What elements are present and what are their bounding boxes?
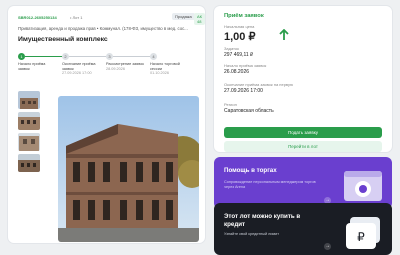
auction-info-card: Приём заявок Начальная цена 1,00 ₽ Задат… bbox=[214, 6, 392, 152]
step-1-dot: 1 bbox=[18, 53, 25, 60]
step-2-dot: 2 bbox=[62, 53, 69, 60]
step-3-label: Рассмотрение заявок 28.09.2026 bbox=[106, 62, 146, 71]
start-price-label: Начальная цена bbox=[224, 24, 255, 29]
region-label: Регион bbox=[224, 102, 237, 107]
deposit-label: Задаток bbox=[224, 46, 239, 51]
start-date: 26.08.2026 bbox=[224, 69, 250, 75]
step-date: 28.09.2026 bbox=[106, 66, 126, 71]
deposit-value: 297 469,11 ₽ bbox=[224, 52, 254, 58]
promo-text: Сопровождение персональным менеджером то… bbox=[224, 180, 316, 189]
status-badge: АК 48 bbox=[194, 13, 205, 25]
step-label: Рассмотрение заявок bbox=[106, 62, 144, 66]
lot-index: • Лот 1 bbox=[70, 15, 83, 20]
photo-thumbnail[interactable] bbox=[18, 91, 40, 109]
region-value: Саратовская область bbox=[224, 108, 274, 114]
step-connector bbox=[69, 56, 106, 57]
start-date-label: Начало приёма заявок bbox=[224, 63, 267, 68]
photo-thumbnail[interactable] bbox=[18, 154, 40, 172]
step-connector bbox=[113, 56, 150, 57]
promo-trading-help[interactable]: Помощь в торгах Сопровождение персональн… bbox=[214, 157, 392, 209]
photo-thumbnail[interactable] bbox=[18, 112, 40, 130]
credit-card-icon: ₽ bbox=[346, 217, 380, 249]
promo-title: Этот лот можно купить в кредит bbox=[224, 213, 301, 228]
promo-text: Узнайте свой кредитный лимит bbox=[224, 232, 279, 236]
promo-credit[interactable]: Этот лот можно купить в кредит Узнайте с… bbox=[214, 203, 392, 255]
photo-thumbnail[interactable] bbox=[18, 133, 40, 151]
step-4-dot: 4 bbox=[150, 53, 157, 60]
lot-description: Приватизация, аренда и продажа прав • Ко… bbox=[18, 26, 188, 31]
sale-badge: Продажа bbox=[172, 13, 195, 20]
lot-header: SBR012-2605250134 • Лот 1 Продажа АК 48 bbox=[18, 13, 205, 25]
lot-card: SBR012-2605250134 • Лот 1 Продажа АК 48 … bbox=[8, 6, 205, 243]
promo-title: Помощь в торгах bbox=[224, 167, 277, 174]
end-date: 27.09.2026 17:00 bbox=[224, 88, 263, 94]
go-to-lot-button[interactable]: Перейти в лот bbox=[224, 141, 382, 152]
step-label: Начало приёма заявок bbox=[18, 62, 46, 71]
step-3-dot: 3 bbox=[106, 53, 113, 60]
step-1-label: Начало приёма заявок bbox=[18, 62, 58, 71]
lot-number[interactable]: SBR012-2605250134 bbox=[18, 15, 57, 20]
start-price: 1,00 ₽ bbox=[224, 31, 256, 43]
step-date: 27.09.2026 17:00 bbox=[62, 71, 92, 76]
step-label: Начало торговой сессии bbox=[150, 62, 180, 71]
browser-illustration-icon bbox=[344, 171, 382, 201]
lot-title: Имущественный комплекс bbox=[18, 36, 108, 43]
step-connector bbox=[25, 56, 62, 57]
progress-steps: 1 2 3 4 Начало приёма заявок Окончание п… bbox=[18, 53, 192, 77]
step-4-label: Начало торговой сессии 01.10.2026 bbox=[150, 62, 192, 76]
svg-text:₽: ₽ bbox=[357, 230, 365, 244]
main-photo[interactable] bbox=[58, 96, 199, 242]
end-date-label: Окончание приёма заявок на первую bbox=[224, 82, 293, 87]
submit-application-button[interactable]: Подать заявку bbox=[224, 127, 382, 138]
step-date: 01.10.2026 bbox=[150, 71, 170, 76]
step-2-label: Окончание приёма заявок 27.09.2026 17:00 bbox=[62, 62, 104, 76]
step-label: Окончание приёма заявок bbox=[62, 62, 96, 71]
status-title: Приём заявок bbox=[224, 13, 264, 19]
arrow-up-icon bbox=[279, 29, 289, 40]
arrow-right-icon[interactable]: → bbox=[324, 243, 331, 250]
